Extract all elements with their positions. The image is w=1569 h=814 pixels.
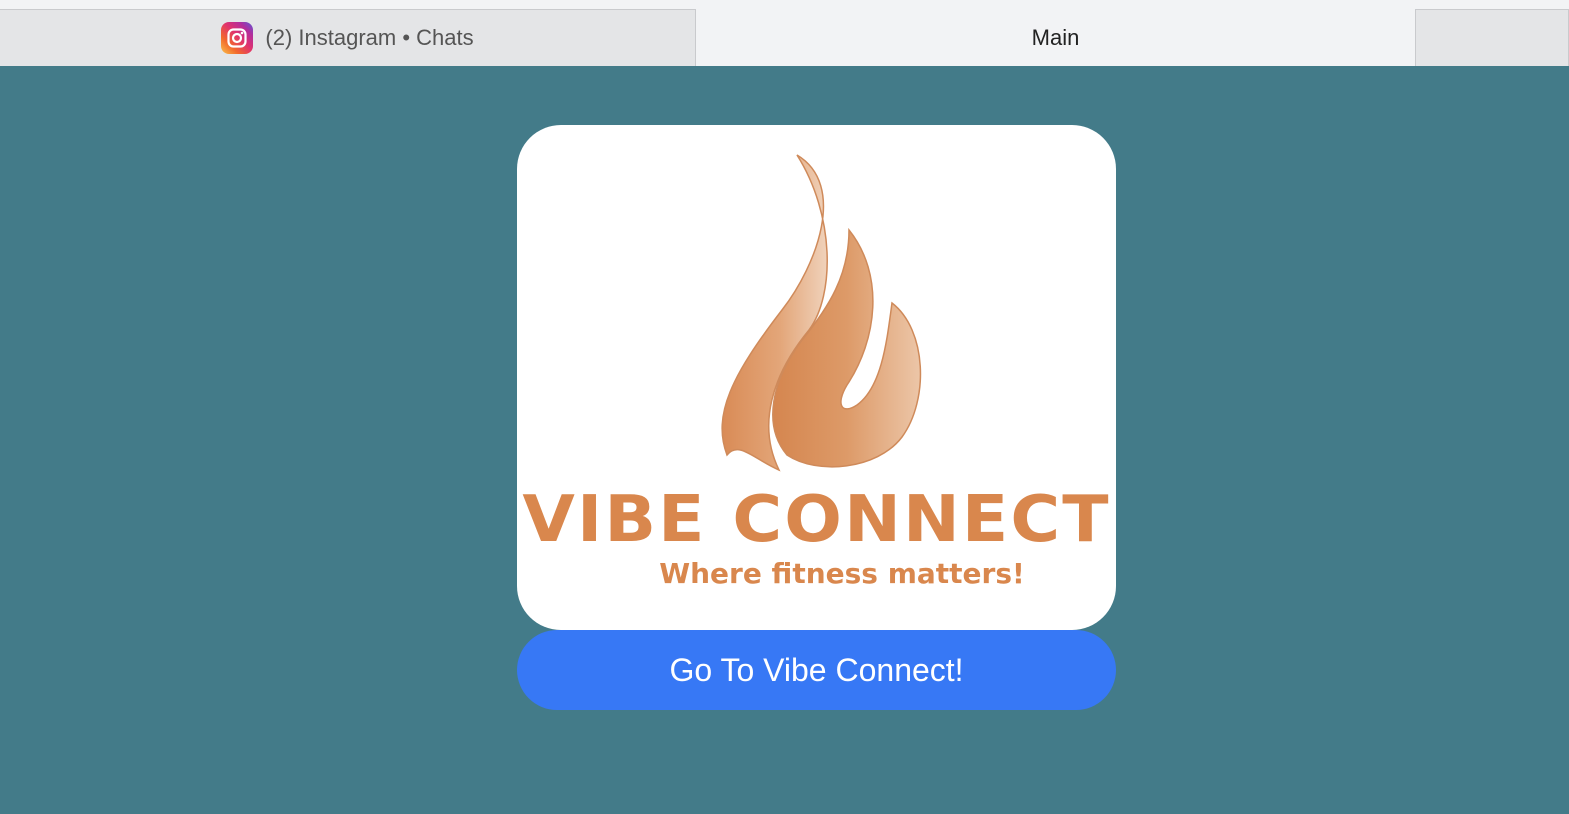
tab-main[interactable]: Main	[696, 9, 1415, 66]
instagram-icon	[221, 22, 254, 54]
tab-label: (2) Instagram • Chats	[265, 25, 474, 50]
logo-tagline: Where fitness matters!	[659, 557, 1025, 590]
go-to-vibe-connect-button[interactable]: Go To Vibe Connect!	[517, 630, 1116, 710]
browser-tab-strip: (2) Instagram • Chats Main	[0, 0, 1569, 66]
tab-label: Main	[1031, 24, 1080, 50]
tab-instagram-chats[interactable]: (2) Instagram • Chats	[0, 9, 696, 66]
logo-card: VIBE CONNECT Where fitness matters!	[517, 125, 1116, 630]
logo-title: VIBE CONNECT	[522, 483, 1111, 557]
tab-extra[interactable]	[1415, 9, 1569, 66]
